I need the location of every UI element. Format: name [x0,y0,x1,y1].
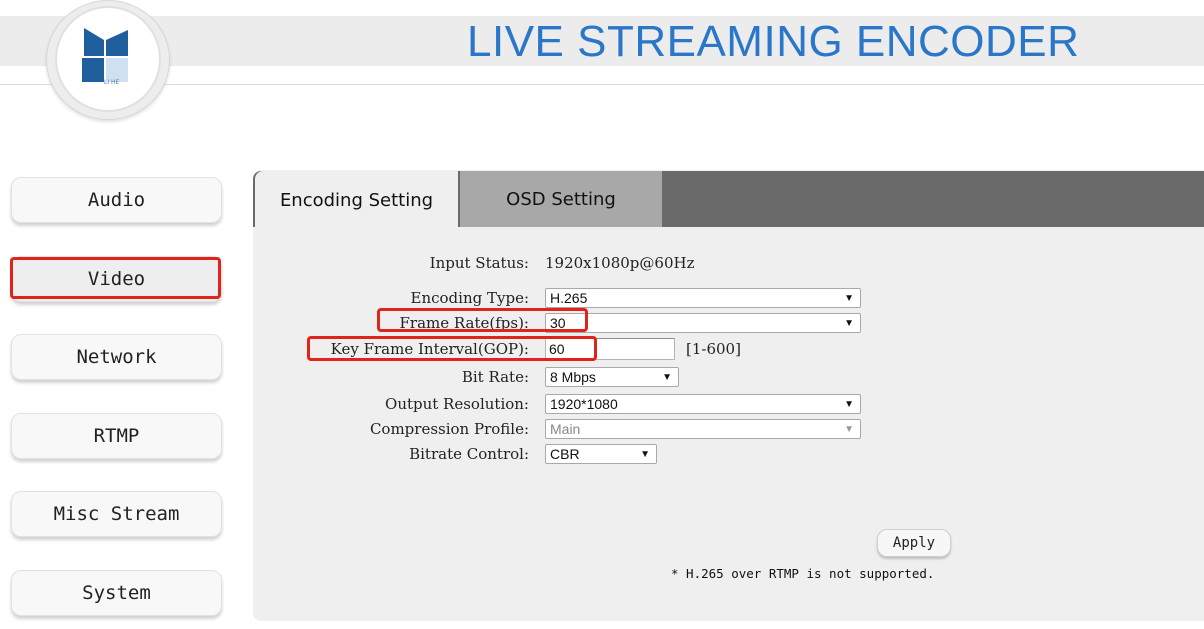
sidebar-item-rtmp[interactable]: RTMP [11,413,222,459]
dropdown-arrow-icon: ▼ [844,293,854,304]
sidebar-item-network[interactable]: Network [11,334,222,380]
dropdown-arrow-icon: ▼ [640,449,650,460]
bitrate-control-select[interactable]: CBR ▼ [545,444,657,464]
bit-rate-label: Bit Rate: [461,368,529,386]
dropdown-arrow-icon: ▼ [844,318,854,329]
output-resolution-value: 1920*1080 [550,396,618,412]
page-title: LIVE STREAMING ENCODER [467,17,1080,66]
encoding-type-value: H.265 [550,290,588,306]
encoding-type-label: Encoding Type: [410,289,529,307]
video-highlight-box [10,257,221,299]
input-status-label: Input Status: [429,254,529,272]
h265-rtmp-note: * H.265 over RTMP is not supported. [671,566,935,581]
bitrate-control-value: CBR [550,446,580,462]
logo-text: LI HE [104,79,120,86]
compression-profile-value: Main [550,421,581,437]
bitrate-control-label: Bitrate Control: [409,445,529,463]
bit-rate-value: 8 Mbps [550,369,596,385]
dropdown-arrow-icon: ▼ [844,399,854,410]
dropdown-arrow-icon: ▼ [844,424,854,435]
tab-osd-setting[interactable]: OSD Setting [460,171,662,227]
logo-icon [82,28,128,82]
compression-profile-label: Compression Profile: [369,420,529,438]
sidebar-item-misc-stream[interactable]: Misc Stream [11,491,222,537]
dropdown-arrow-icon: ▼ [662,372,672,383]
header-divider [0,84,1204,85]
frame-rate-highlight-box [377,308,588,332]
encoding-type-select[interactable]: H.265 ▼ [545,288,861,308]
sidebar-item-audio[interactable]: Audio [11,177,222,223]
tab-encoding-setting[interactable]: Encoding Setting [255,171,458,229]
output-resolution-label: Output Resolution: [385,395,529,413]
output-resolution-select[interactable]: 1920*1080 ▼ [545,394,861,414]
input-status-value: 1920x1080p@60Hz [545,254,695,272]
frame-rate-select[interactable]: 30 ▼ [545,313,861,333]
gop-range-hint: [1-600] [686,340,741,358]
bit-rate-select[interactable]: 8 Mbps ▼ [545,367,679,387]
sidebar-item-system[interactable]: System [11,570,222,616]
apply-button[interactable]: Apply [877,529,951,557]
gop-highlight-box [307,336,597,361]
compression-profile-select: Main ▼ [545,419,861,439]
